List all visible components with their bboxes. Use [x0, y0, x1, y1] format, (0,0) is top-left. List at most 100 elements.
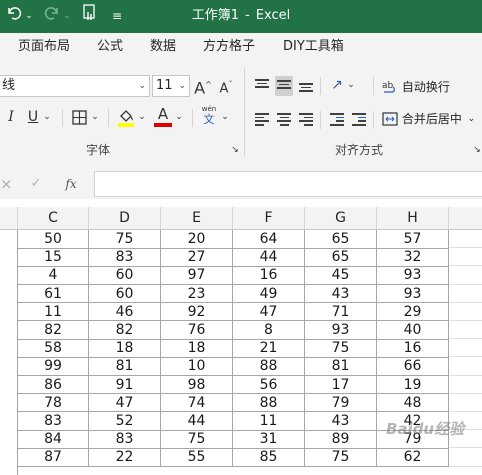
cell-h-9[interactable]: 19: [377, 375, 449, 395]
underline-button[interactable]: U: [26, 107, 40, 127]
cell-h-10[interactable]: 48: [377, 393, 449, 413]
cell-e-11[interactable]: 44: [161, 412, 233, 431]
cell-h-8[interactable]: 66: [377, 357, 449, 377]
cell-c-3[interactable]: 4: [18, 266, 89, 286]
cell-f-11[interactable]: 11: [233, 412, 305, 431]
cell-h-6[interactable]: 40: [377, 321, 449, 340]
align-right-button[interactable]: [297, 109, 315, 129]
orientation-dropdown-icon[interactable]: ⌄: [346, 75, 356, 95]
cell-e-4[interactable]: 23: [161, 284, 233, 304]
wrap-text-button[interactable]: ab 自动换行: [382, 78, 450, 95]
align-left-button[interactable]: [253, 109, 271, 129]
cell-c-12[interactable]: 84: [18, 430, 89, 449]
cell-g-4[interactable]: 43: [305, 284, 377, 304]
cell-h-1[interactable]: 57: [377, 230, 449, 249]
cell-c-13[interactable]: 87: [18, 448, 89, 468]
middle-align-button[interactable]: [275, 76, 293, 96]
cell-g-8[interactable]: 81: [305, 357, 377, 377]
italic-button[interactable]: I: [4, 107, 18, 127]
enter-icon[interactable]: ✓: [28, 174, 44, 194]
cell-g-13[interactable]: 75: [305, 448, 377, 468]
cell-f-10[interactable]: 88: [233, 393, 305, 413]
bottom-align-button[interactable]: [297, 76, 315, 96]
cell-e-6[interactable]: 76: [161, 321, 233, 340]
cell-d-9[interactable]: 91: [89, 375, 161, 395]
cell-g-6[interactable]: 93: [305, 321, 377, 340]
cell-e-10[interactable]: 74: [161, 393, 233, 413]
cell-f-4[interactable]: 49: [233, 284, 305, 304]
phonetic-guide-button[interactable]: wén 文: [200, 105, 218, 126]
cell-f-13[interactable]: 85: [233, 448, 305, 468]
cell-g-10[interactable]: 79: [305, 393, 377, 413]
cell-g-12[interactable]: 89: [305, 430, 377, 449]
column-header-g[interactable]: G: [305, 207, 377, 229]
cell-c-11[interactable]: 83: [18, 412, 89, 431]
cell-e-7[interactable]: 18: [161, 339, 233, 358]
cell-d-8[interactable]: 81: [89, 357, 161, 377]
cell-e-12[interactable]: 75: [161, 430, 233, 449]
column-header-h[interactable]: H: [377, 207, 449, 229]
cell-e-5[interactable]: 92: [161, 302, 233, 322]
cell-g-11[interactable]: 43: [305, 412, 377, 431]
borders-dropdown-icon[interactable]: ⌄: [90, 107, 100, 127]
cell-e-1[interactable]: 20: [161, 230, 233, 249]
cell-f-3[interactable]: 16: [233, 266, 305, 286]
cell-d-3[interactable]: 60: [89, 266, 161, 286]
cell-c-7[interactable]: 58: [18, 339, 89, 358]
grow-font-button[interactable]: A^: [194, 75, 212, 98]
cell-f-2[interactable]: 44: [233, 248, 305, 267]
cell-f-6[interactable]: 8: [233, 321, 305, 340]
cell-h-3[interactable]: 93: [377, 266, 449, 286]
tab-page-layout[interactable]: 页面布局: [18, 33, 70, 61]
top-align-button[interactable]: [253, 76, 271, 96]
font-color-dropdown-icon[interactable]: ⌄: [174, 107, 184, 127]
cell-c-5[interactable]: 11: [18, 302, 89, 322]
borders-button[interactable]: [72, 110, 87, 128]
cell-f-5[interactable]: 47: [233, 302, 305, 322]
column-header-c[interactable]: C: [18, 207, 89, 229]
cell-h-13[interactable]: 62: [377, 448, 449, 468]
tab-formulas[interactable]: 公式: [97, 33, 123, 61]
cell-c-1[interactable]: 50: [18, 230, 89, 249]
cell-e-13[interactable]: 55: [161, 448, 233, 468]
cell-c-8[interactable]: 99: [18, 357, 89, 377]
cell-f-9[interactable]: 56: [233, 375, 305, 395]
cell-f-12[interactable]: 31: [233, 430, 305, 449]
tab-diy-toolbox[interactable]: DIY工具箱: [283, 33, 344, 61]
cell-h-7[interactable]: 16: [377, 339, 449, 358]
cell-d-7[interactable]: 18: [89, 339, 161, 358]
align-center-button[interactable]: [275, 109, 293, 129]
cell-e-9[interactable]: 98: [161, 375, 233, 395]
cell-c-9[interactable]: 86: [18, 375, 89, 395]
font-size-select[interactable]: 11 ⌄: [152, 75, 190, 97]
cell-d-2[interactable]: 83: [89, 248, 161, 267]
cell-c-10[interactable]: 78: [18, 393, 89, 413]
cell-g-9[interactable]: 17: [305, 375, 377, 395]
cell-g-1[interactable]: 65: [305, 230, 377, 249]
cell-d-5[interactable]: 46: [89, 302, 161, 322]
font-name-select[interactable]: 线 ⌄: [0, 75, 150, 97]
tab-data[interactable]: 数据: [150, 33, 176, 61]
alignment-dialog-launcher-icon[interactable]: ↘: [472, 144, 482, 156]
insert-function-icon[interactable]: fx: [62, 174, 80, 194]
phonetic-dropdown-icon[interactable]: ⌄: [220, 107, 230, 127]
cell-d-12[interactable]: 83: [89, 430, 161, 449]
cell-e-3[interactable]: 97: [161, 266, 233, 286]
cell-d-11[interactable]: 52: [89, 412, 161, 431]
cell-c-4[interactable]: 61: [18, 284, 89, 304]
chevron-down-icon[interactable]: ⌄: [468, 114, 476, 124]
tab-fangfang-gezi[interactable]: 方方格子: [203, 33, 255, 61]
cell-d-13[interactable]: 22: [89, 448, 161, 468]
cell-d-6[interactable]: 82: [89, 321, 161, 340]
column-header-i[interactable]: [449, 207, 482, 229]
cell-c-6[interactable]: 82: [18, 321, 89, 340]
font-color-button[interactable]: A: [154, 106, 172, 127]
cell-h-5[interactable]: 29: [377, 302, 449, 322]
cell-f-1[interactable]: 64: [233, 230, 305, 249]
increase-indent-button[interactable]: [350, 109, 368, 129]
cell-g-7[interactable]: 75: [305, 339, 377, 358]
cell-h-2[interactable]: 32: [377, 248, 449, 267]
cell-e-8[interactable]: 10: [161, 357, 233, 377]
merge-center-button[interactable]: 合并后居中 ⌄: [382, 110, 475, 127]
column-header-d[interactable]: D: [89, 207, 161, 229]
